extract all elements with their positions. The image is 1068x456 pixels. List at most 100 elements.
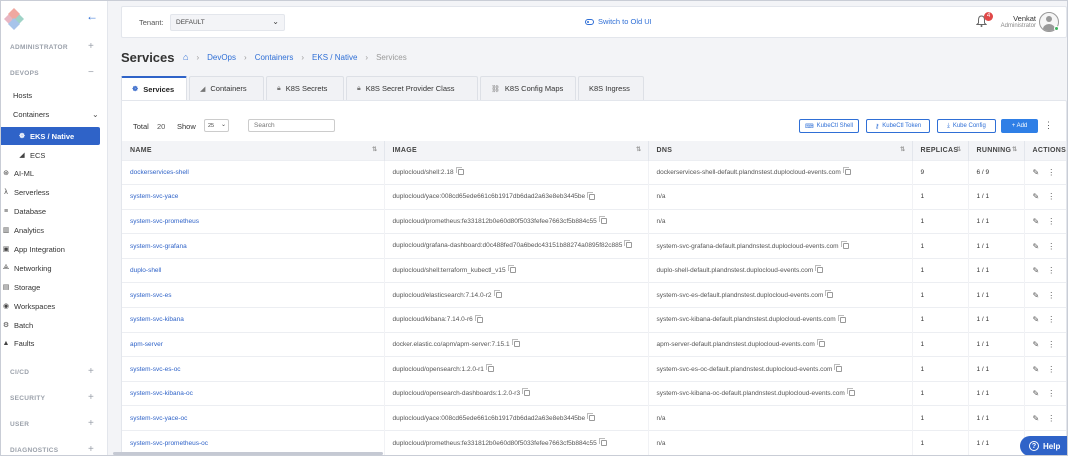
more-options-icon[interactable]: ⋮ — [1047, 291, 1055, 300]
service-name-link[interactable]: system-svc-es-oc — [122, 356, 385, 382]
sidebar-item-hosts[interactable]: Hosts — [0, 86, 100, 104]
table-row[interactable]: duplo-shell duplocloud/shell:terraform_ku… — [122, 257, 1066, 283]
tab-k8s-secrets[interactable]: 🔒︎ K8S Secrets — [266, 76, 344, 100]
edit-icon[interactable]: ✎ — [1033, 365, 1040, 374]
copy-icon[interactable] — [587, 191, 596, 200]
copy-icon[interactable] — [624, 240, 633, 249]
more-options-icon[interactable]: ⋮ — [1047, 315, 1055, 324]
sidebar-item-serverless[interactable]: λ Serverless — [0, 183, 100, 201]
copy-icon[interactable] — [455, 167, 464, 176]
sidebar-item-ecs[interactable]: ◢ ECS — [0, 146, 100, 164]
section-cicd[interactable]: CI/CD + — [10, 366, 94, 377]
sidebar-item-ai-ml[interactable]: ⊛ AI-ML — [0, 164, 100, 182]
tab-k8s-config-maps[interactable]: ⛓ K8S Config Maps — [480, 76, 576, 100]
table-row[interactable]: system-svc-kibana duplocloud/kibana:7.14.… — [122, 307, 1066, 333]
service-name-link[interactable]: apm-server — [122, 331, 385, 357]
help-button[interactable]: ? Help — [1020, 436, 1068, 456]
service-name-link[interactable]: system-svc-kibana — [122, 307, 385, 333]
sidebar-item-batch[interactable]: ⚙ Batch — [0, 316, 100, 334]
sidebar-item-containers[interactable]: Containers ⌄ — [0, 105, 100, 123]
table-row[interactable]: apm-server docker.elastic.co/apm/apm-serv… — [122, 331, 1066, 357]
home-icon[interactable]: ⌂ — [183, 52, 188, 62]
app-logo[interactable] — [2, 8, 26, 30]
copy-icon[interactable] — [837, 314, 846, 323]
column-header-name[interactable]: NAME ⇅ — [122, 141, 385, 160]
copy-icon[interactable] — [485, 363, 494, 372]
more-options-icon[interactable]: ⋮ — [1047, 266, 1055, 275]
edit-icon[interactable]: ✎ — [1033, 340, 1040, 349]
switch-to-old-ui-link[interactable]: Switch to Old UI — [585, 17, 652, 26]
copy-icon[interactable] — [840, 240, 849, 249]
sidebar-item-networking[interactable]: ⟁ Networking — [0, 259, 100, 277]
copy-icon[interactable] — [834, 363, 843, 372]
copy-icon[interactable] — [846, 388, 855, 397]
user-name[interactable]: Venkat — [996, 14, 1036, 23]
service-name-link[interactable]: system-svc-es — [122, 282, 385, 308]
copy-icon[interactable] — [522, 388, 531, 397]
expand-icon[interactable]: + — [88, 366, 94, 377]
collapse-sidebar-icon[interactable]: ← — [86, 9, 98, 23]
expand-icon[interactable]: + — [88, 444, 94, 455]
more-options-icon[interactable]: ⋮ — [1047, 242, 1055, 251]
edit-icon[interactable]: ✎ — [1033, 414, 1040, 423]
copy-icon[interactable] — [474, 314, 483, 323]
tenant-select[interactable]: DEFAULT ⌄ — [170, 14, 285, 31]
sidebar-item-database[interactable]: ≡ Database — [0, 202, 100, 220]
service-name-link[interactable]: system-svc-yace-oc — [122, 405, 385, 431]
copy-icon[interactable] — [825, 290, 834, 299]
sidebar-item-analytics[interactable]: ▥ Analytics — [0, 221, 100, 239]
column-header-image[interactable]: IMAGE ⇅ — [384, 141, 649, 160]
service-name-link[interactable]: duplo-shell — [122, 257, 385, 283]
copy-icon[interactable] — [816, 339, 825, 348]
table-row[interactable]: system-svc-grafana duplocloud/grafana-das… — [122, 233, 1066, 259]
page-size-select[interactable]: 25 ⌄ — [204, 119, 229, 132]
breadcrumb-devops[interactable]: DevOps — [207, 53, 236, 62]
copy-icon[interactable] — [587, 413, 596, 422]
expand-icon[interactable]: + — [88, 392, 94, 403]
copy-icon[interactable] — [598, 216, 607, 225]
table-row[interactable]: system-svc-prometheus duplocloud/promethe… — [122, 208, 1066, 234]
edit-icon[interactable]: ✎ — [1033, 266, 1040, 275]
service-name-link[interactable]: system-svc-kibana-oc — [122, 380, 385, 406]
edit-icon[interactable]: ✎ — [1033, 168, 1040, 177]
copy-icon[interactable] — [842, 167, 851, 176]
tab-services[interactable]: ☸ Services — [121, 76, 187, 100]
table-row[interactable]: dockerservices-shell duplocloud/shell:2.1… — [122, 159, 1066, 185]
edit-icon[interactable]: ✎ — [1033, 217, 1040, 226]
collapse-icon[interactable]: − — [88, 67, 94, 78]
section-devops[interactable]: DEVOPS − — [10, 67, 94, 78]
more-options-icon[interactable]: ⋮ — [1044, 120, 1053, 131]
more-options-icon[interactable]: ⋮ — [1047, 217, 1055, 226]
sort-icon[interactable]: ⇅ — [372, 146, 377, 153]
more-options-icon[interactable]: ⋮ — [1047, 340, 1055, 349]
expand-icon[interactable]: + — [88, 418, 94, 429]
sidebar-item-faults[interactable]: ▲ Faults — [0, 334, 100, 352]
table-row[interactable]: system-svc-kibana-oc duplocloud/opensearc… — [122, 380, 1066, 406]
service-name-link[interactable]: system-svc-yace — [122, 184, 385, 210]
sidebar-item-eks-native[interactable]: ☸ EKS / Native — [0, 127, 100, 145]
more-options-icon[interactable]: ⋮ — [1047, 192, 1055, 201]
search-input[interactable] — [248, 119, 335, 132]
breadcrumb-containers[interactable]: Containers — [255, 53, 294, 62]
service-name-link[interactable]: system-svc-grafana — [122, 233, 385, 259]
edit-icon[interactable]: ✎ — [1033, 291, 1040, 300]
service-name-link[interactable]: system-svc-prometheus — [122, 208, 385, 234]
breadcrumb-eks[interactable]: EKS / Native — [312, 53, 357, 62]
kubectl-shell-button[interactable]: ⌨ KubeCtl Shell — [799, 119, 859, 133]
kubectl-token-button[interactable]: ⚷ KubeCtl Token — [866, 119, 930, 133]
tab-k8s-ingress[interactable]: K8S Ingress — [578, 76, 644, 100]
copy-icon[interactable] — [493, 290, 502, 299]
section-administrator[interactable]: ADMINISTRATOR + — [10, 41, 94, 52]
section-user[interactable]: USER + — [10, 418, 94, 429]
column-header-running[interactable]: RUNNING ⇅ — [968, 141, 1025, 160]
copy-icon[interactable] — [815, 265, 824, 274]
more-options-icon[interactable]: ⋮ — [1047, 414, 1055, 423]
service-name-link[interactable]: dockerservices-shell — [122, 159, 385, 185]
kube-config-button[interactable]: ⤓ Kube Config — [937, 119, 996, 133]
sidebar-item-app-integration[interactable]: ▣ App Integration — [0, 240, 100, 258]
table-row[interactable]: system-svc-yace-oc duplocloud/yace:008cd6… — [122, 405, 1066, 431]
more-options-icon[interactable]: ⋮ — [1047, 168, 1055, 177]
more-options-icon[interactable]: ⋮ — [1047, 389, 1055, 398]
edit-icon[interactable]: ✎ — [1033, 192, 1040, 201]
sort-icon[interactable]: ⇅ — [956, 146, 961, 153]
